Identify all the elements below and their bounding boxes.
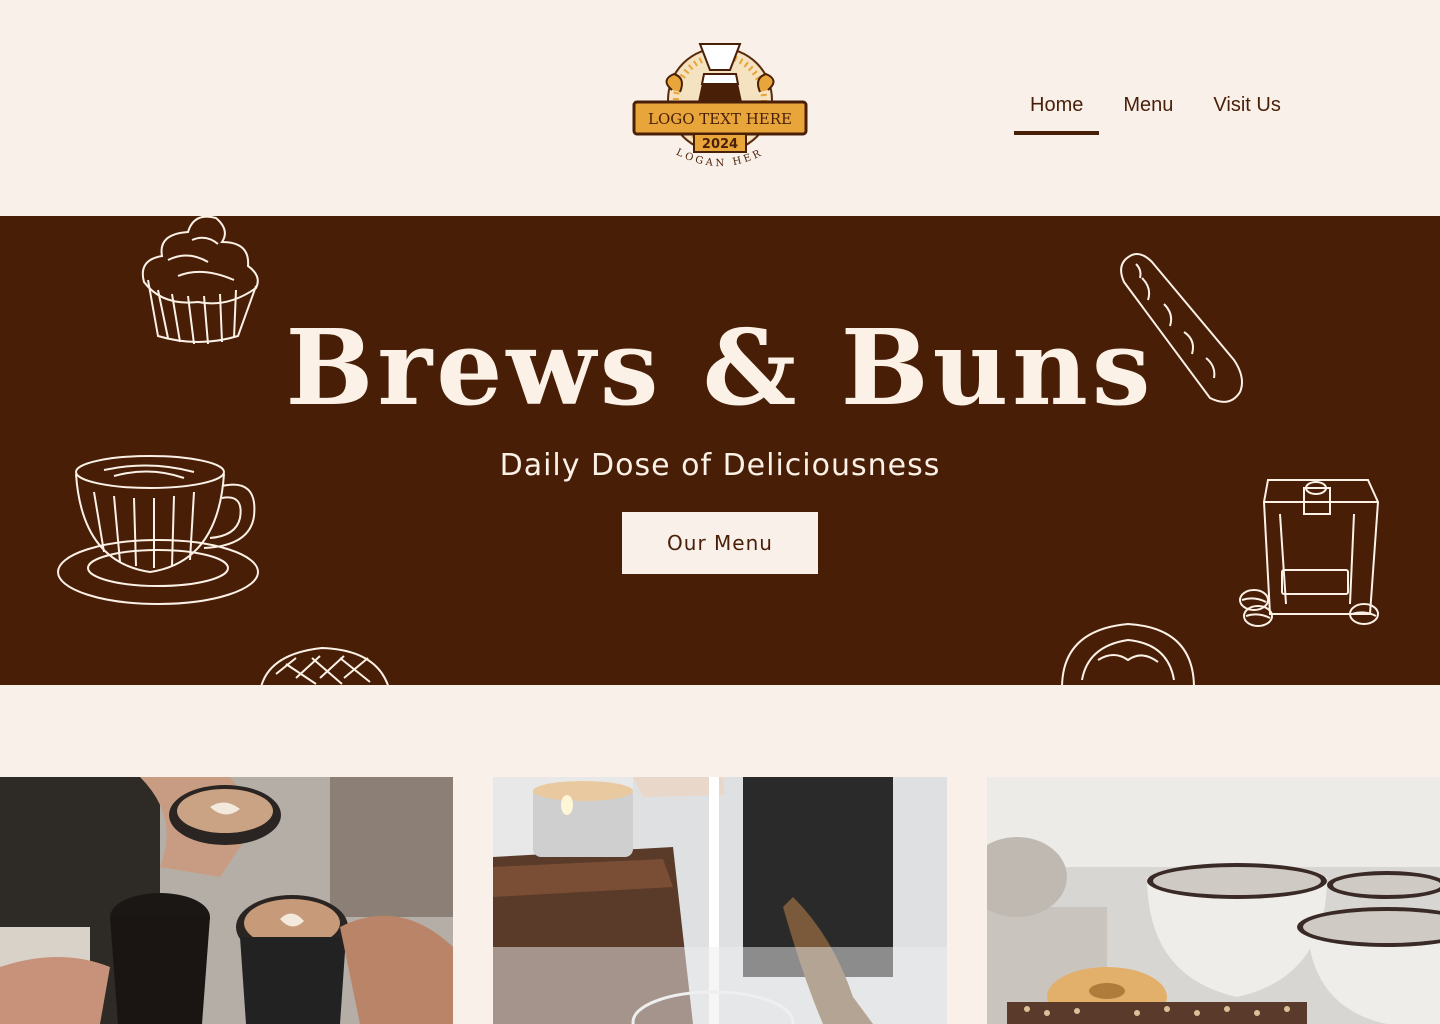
photo-coffee-cheers xyxy=(0,777,453,1024)
site-header: LOGO TEXT HERE 2024 SLOGAN HERE Home Men… xyxy=(0,0,1440,216)
hero-banner: Brews & Buns Daily Dose of Deliciousness… xyxy=(0,216,1440,685)
our-menu-button[interactable]: Our Menu xyxy=(622,512,818,574)
nav-visit-us[interactable]: Visit Us xyxy=(1197,84,1296,135)
pastry-icon xyxy=(260,646,389,685)
logo-text: LOGO TEXT HERE xyxy=(648,110,792,128)
logo-year: 2024 xyxy=(702,137,738,152)
hero-subtitle: Daily Dose of Deliciousness xyxy=(499,448,941,483)
hero-title: Brews & Buns xyxy=(285,306,1155,429)
nav-home[interactable]: Home xyxy=(1014,84,1100,135)
brand-logo[interactable]: LOGO TEXT HERE 2024 SLOGAN HERE xyxy=(632,40,808,180)
nav-menu[interactable]: Menu xyxy=(1107,84,1189,135)
coffee-bag-icon xyxy=(1239,479,1380,627)
photo-cups-donuts xyxy=(987,777,1440,1024)
photo-milk-pour xyxy=(493,777,947,1024)
donut-icon xyxy=(1061,622,1195,685)
main-nav: Home Menu Visit Us xyxy=(1014,84,1305,135)
